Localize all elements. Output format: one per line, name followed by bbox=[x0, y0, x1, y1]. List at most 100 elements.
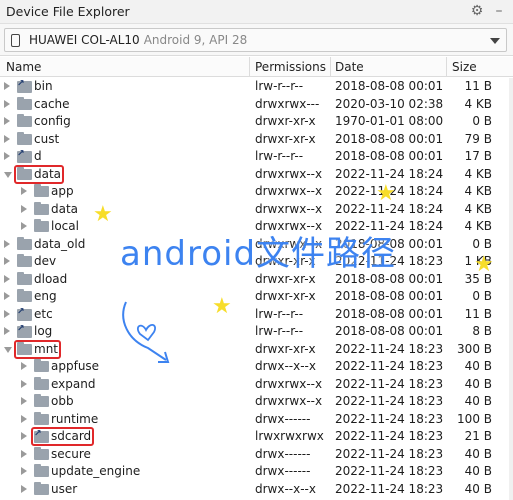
expand-arrow-closed-icon[interactable] bbox=[4, 99, 10, 108]
file-permissions: drwxr-xr-x bbox=[255, 289, 316, 303]
file-date: 2022-11-24 18:23 bbox=[335, 394, 444, 408]
file-size: 40 B bbox=[464, 481, 492, 496]
expand-arrow-closed-icon[interactable] bbox=[21, 187, 27, 195]
expand-arrow-closed-icon[interactable] bbox=[21, 484, 27, 493]
folder-icon bbox=[17, 114, 32, 127]
file-permissions: lrw-r--r-- bbox=[255, 149, 304, 163]
expand-arrow-closed-icon[interactable] bbox=[21, 397, 27, 405]
file-date: 2018-08-08 00:01 bbox=[335, 79, 444, 93]
file-row[interactable]: eng drwxr-xr-x 2018-08-08 00:01 0 B bbox=[0, 288, 510, 306]
file-row[interactable]: log lrw-r--r-- 2018-08-08 00:01 8 B bbox=[0, 323, 510, 341]
file-name: data_old bbox=[34, 236, 86, 251]
expand-arrow-closed-icon[interactable] bbox=[21, 362, 27, 370]
device-bar: HUAWEI COL-AL10 Android 9, API 28 bbox=[0, 24, 513, 56]
expand-arrow-closed-icon[interactable] bbox=[21, 414, 27, 423]
folder-icon bbox=[34, 446, 49, 460]
file-size: 4 KB bbox=[464, 96, 492, 111]
column-permissions[interactable]: Permissions bbox=[255, 60, 326, 74]
expand-arrow-open-icon[interactable] bbox=[4, 171, 12, 178]
file-row[interactable]: data drwxrwx--x 2022-11-24 18:24 4 KB bbox=[0, 166, 510, 184]
column-divider[interactable] bbox=[249, 57, 250, 77]
expand-arrow-closed-icon[interactable] bbox=[4, 257, 10, 265]
expand-arrow-open-icon[interactable] bbox=[4, 346, 12, 353]
expand-arrow-closed-icon[interactable] bbox=[4, 239, 10, 248]
file-permissions: drwx--x--x bbox=[255, 359, 316, 373]
file-name: obb bbox=[51, 394, 74, 408]
file-row[interactable]: mnt drwxr-xr-x 2022-11-24 18:23 300 B bbox=[0, 341, 510, 359]
file-date: 2022-11-24 18:23 bbox=[335, 446, 444, 461]
file-size: 17 B bbox=[464, 149, 492, 163]
vertical-scrollbar[interactable] bbox=[509, 78, 513, 500]
file-size: 4 KB bbox=[464, 201, 492, 216]
file-name: log bbox=[34, 324, 53, 338]
file-row[interactable]: config drwxr-xr-x 1970-01-01 08:00 0 B bbox=[0, 113, 510, 131]
phone-icon bbox=[11, 34, 20, 47]
expand-arrow-closed-icon[interactable] bbox=[4, 82, 10, 90]
expand-arrow-closed-icon[interactable] bbox=[4, 327, 10, 335]
file-date: 1970-01-01 08:00 bbox=[335, 114, 444, 128]
folder-icon bbox=[17, 289, 32, 302]
folder-icon bbox=[17, 271, 32, 285]
expand-arrow-closed-icon[interactable] bbox=[21, 222, 27, 230]
expand-arrow-closed-icon[interactable] bbox=[4, 274, 10, 283]
file-row[interactable]: app drwxrwx--x 2022-11-24 18:24 4 KB bbox=[0, 183, 510, 201]
expand-arrow-closed-icon[interactable] bbox=[21, 204, 27, 213]
file-name: data bbox=[51, 201, 79, 216]
file-size: 0 B bbox=[472, 236, 492, 251]
symlink-icon bbox=[17, 149, 32, 163]
symlink-icon bbox=[17, 307, 32, 321]
file-name: bin bbox=[34, 79, 53, 93]
file-permissions: drwxrwx--- bbox=[255, 96, 320, 111]
symlink-icon bbox=[17, 324, 32, 338]
file-row[interactable]: etc lrw-r--r-- 2018-08-08 00:01 11 B bbox=[0, 306, 510, 324]
expand-arrow-closed-icon[interactable] bbox=[4, 292, 10, 300]
file-row[interactable]: expand drwxrwx--x 2022-11-24 18:23 40 B bbox=[0, 376, 510, 394]
file-row[interactable]: update_engine drwx------ 2022-11-24 18:23 4… bbox=[0, 463, 510, 481]
column-divider[interactable] bbox=[330, 57, 331, 77]
file-date: 2022-11-24 18:23 bbox=[335, 464, 444, 478]
expand-arrow-closed-icon[interactable] bbox=[21, 467, 27, 475]
overlay-caption: android文件路径 bbox=[120, 234, 397, 274]
file-name: user bbox=[51, 481, 78, 496]
folder-icon bbox=[34, 394, 49, 407]
file-row[interactable]: secure drwx------ 2022-11-24 18:23 40 B bbox=[0, 446, 510, 464]
expand-arrow-closed-icon[interactable] bbox=[21, 449, 27, 458]
file-row[interactable]: runtime drwx------ 2022-11-24 18:23 100 B bbox=[0, 411, 510, 429]
file-row[interactable]: data drwxrwx--x 2022-11-24 18:24 4 KB bbox=[0, 201, 510, 219]
expand-arrow-closed-icon[interactable] bbox=[4, 309, 10, 318]
file-row[interactable]: bin lrw-r--r-- 2018-08-08 00:01 11 B bbox=[0, 78, 510, 96]
device-dropdown[interactable]: HUAWEI COL-AL10 Android 9, API 28 bbox=[4, 28, 507, 52]
file-row[interactable]: appfuse drwx--x--x 2022-11-24 18:23 40 B bbox=[0, 358, 510, 376]
file-size: 11 B bbox=[464, 79, 492, 93]
file-permissions: drwx------ bbox=[255, 411, 311, 426]
file-row[interactable]: cache drwxrwx--- 2020-03-10 02:38 4 KB bbox=[0, 96, 510, 114]
expand-arrow-closed-icon[interactable] bbox=[21, 432, 27, 440]
expand-arrow-closed-icon[interactable] bbox=[4, 134, 10, 143]
chevron-down-icon[interactable] bbox=[490, 38, 500, 44]
column-date[interactable]: Date bbox=[335, 60, 364, 74]
file-size: 0 B bbox=[472, 114, 492, 128]
file-row[interactable]: user drwx--x--x 2022-11-24 18:23 40 B bbox=[0, 481, 510, 499]
expand-arrow-closed-icon[interactable] bbox=[4, 117, 10, 125]
folder-icon bbox=[34, 359, 49, 372]
file-name: expand bbox=[51, 376, 96, 391]
file-name: dev bbox=[34, 254, 57, 268]
folder-icon bbox=[34, 464, 49, 477]
folder-icon bbox=[34, 376, 49, 390]
file-permissions: drwxrwx--x bbox=[255, 394, 323, 408]
file-name: etc bbox=[34, 306, 53, 321]
file-row[interactable]: d lrw-r--r-- 2018-08-08 00:01 17 B bbox=[0, 148, 510, 166]
minimize-icon[interactable]: – bbox=[490, 2, 508, 20]
file-tree: bin lrw-r--r-- 2018-08-08 00:01 11 B cachedr… bbox=[0, 78, 510, 498]
expand-arrow-closed-icon[interactable] bbox=[4, 152, 10, 160]
star-icon: ★ bbox=[376, 181, 396, 206]
column-divider[interactable] bbox=[446, 57, 447, 77]
file-date: 2022-11-24 18:23 bbox=[335, 376, 444, 391]
file-row[interactable]: obb drwxrwx--x 2022-11-24 18:23 40 B bbox=[0, 393, 510, 411]
column-size[interactable]: Size bbox=[452, 60, 477, 74]
file-date: 2018-08-08 00:01 bbox=[335, 306, 444, 321]
expand-arrow-closed-icon[interactable] bbox=[21, 379, 27, 388]
column-name[interactable]: Name bbox=[6, 60, 41, 74]
file-row[interactable]: cust drwxr-xr-x 2018-08-08 00:01 79 B bbox=[0, 131, 510, 149]
gear-icon[interactable]: ⚙ bbox=[468, 2, 486, 20]
